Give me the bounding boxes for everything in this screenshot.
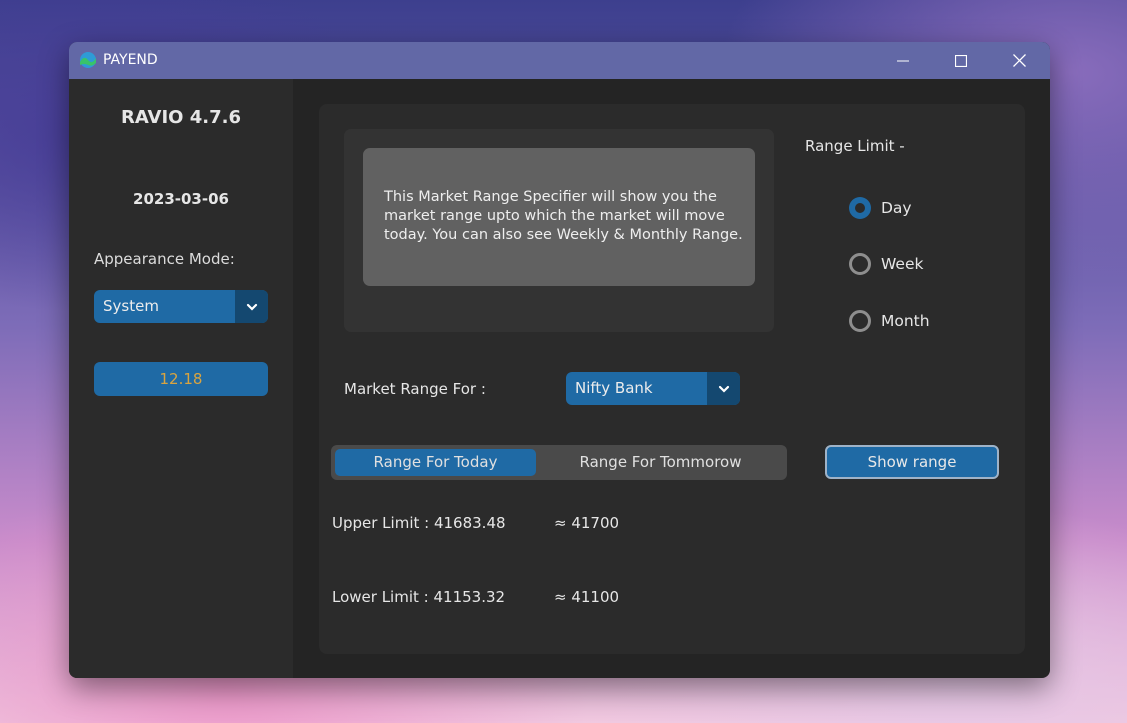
chevron-down-icon[interactable]	[707, 372, 740, 405]
range-segmented-control: Range For Today Range For Tommorow	[331, 445, 787, 480]
appearance-mode-dropdown[interactable]: System	[94, 290, 268, 323]
radio-unselected-icon[interactable]	[849, 310, 871, 332]
radio-unselected-icon[interactable]	[849, 253, 871, 275]
close-button[interactable]	[990, 42, 1048, 79]
app-window: PAYEND RAVIO 4.7.6 2023-03-06 Appearance…	[69, 42, 1050, 678]
segment-range-tomorrow[interactable]: Range For Tommorow	[538, 449, 783, 476]
app-logo-icon	[80, 52, 96, 68]
range-limit-label: Range Limit -	[805, 137, 905, 155]
description-line: This Market Range Specifier will show yo…	[384, 189, 717, 205]
version-label: RAVIO 4.7.6	[120, 107, 241, 128]
description-frame: This Market Range Specifier will show yo…	[344, 129, 774, 332]
appearance-mode-label: Appearance Mode:	[94, 250, 235, 268]
appearance-mode-value: System	[103, 297, 159, 315]
radio-month[interactable]: Month	[849, 310, 930, 332]
close-icon	[1012, 54, 1026, 67]
window-title: PAYEND	[103, 52, 158, 68]
segment-range-today[interactable]: Range For Today	[335, 449, 536, 476]
lower-limit-label: Lower Limit : 41153.32	[332, 588, 506, 606]
market-index-dropdown[interactable]: Nifty Bank	[566, 372, 740, 405]
radio-day[interactable]: Day	[849, 197, 912, 219]
chevron-down-icon[interactable]	[235, 290, 268, 323]
upper-limit-approx: ≈ 41700	[554, 514, 620, 532]
value-button[interactable]: 12.18	[94, 362, 268, 396]
radio-week-label: Week	[881, 255, 924, 273]
show-range-button[interactable]: Show range	[825, 445, 999, 479]
upper-limit-label: Upper Limit : 41683.48	[332, 514, 506, 532]
description-box: This Market Range Specifier will show yo…	[363, 148, 755, 286]
maximize-icon	[955, 54, 967, 67]
radio-day-label: Day	[881, 199, 912, 217]
maximize-button[interactable]	[932, 42, 990, 79]
market-index-value: Nifty Bank	[575, 379, 653, 397]
radio-week[interactable]: Week	[849, 253, 923, 275]
lower-limit-approx: ≈ 41100	[554, 588, 620, 606]
market-range-label: Market Range For :	[344, 380, 486, 398]
minimize-button[interactable]	[874, 42, 932, 79]
main-panel: This Market Range Specifier will show yo…	[319, 104, 1025, 654]
description-line: market range upto which the market will …	[384, 208, 725, 224]
description-text: This Market Range Specifier will show yo…	[384, 188, 744, 245]
description-line: today. You can also see Weekly & Monthly…	[384, 227, 743, 243]
minimize-icon	[897, 60, 909, 61]
radio-selected-icon[interactable]	[849, 197, 871, 219]
date-label: 2023-03-06	[133, 190, 229, 208]
sidebar: RAVIO 4.7.6 2023-03-06 Appearance Mode: …	[69, 79, 293, 678]
title-bar: PAYEND	[69, 42, 1050, 79]
radio-month-label: Month	[881, 312, 930, 330]
